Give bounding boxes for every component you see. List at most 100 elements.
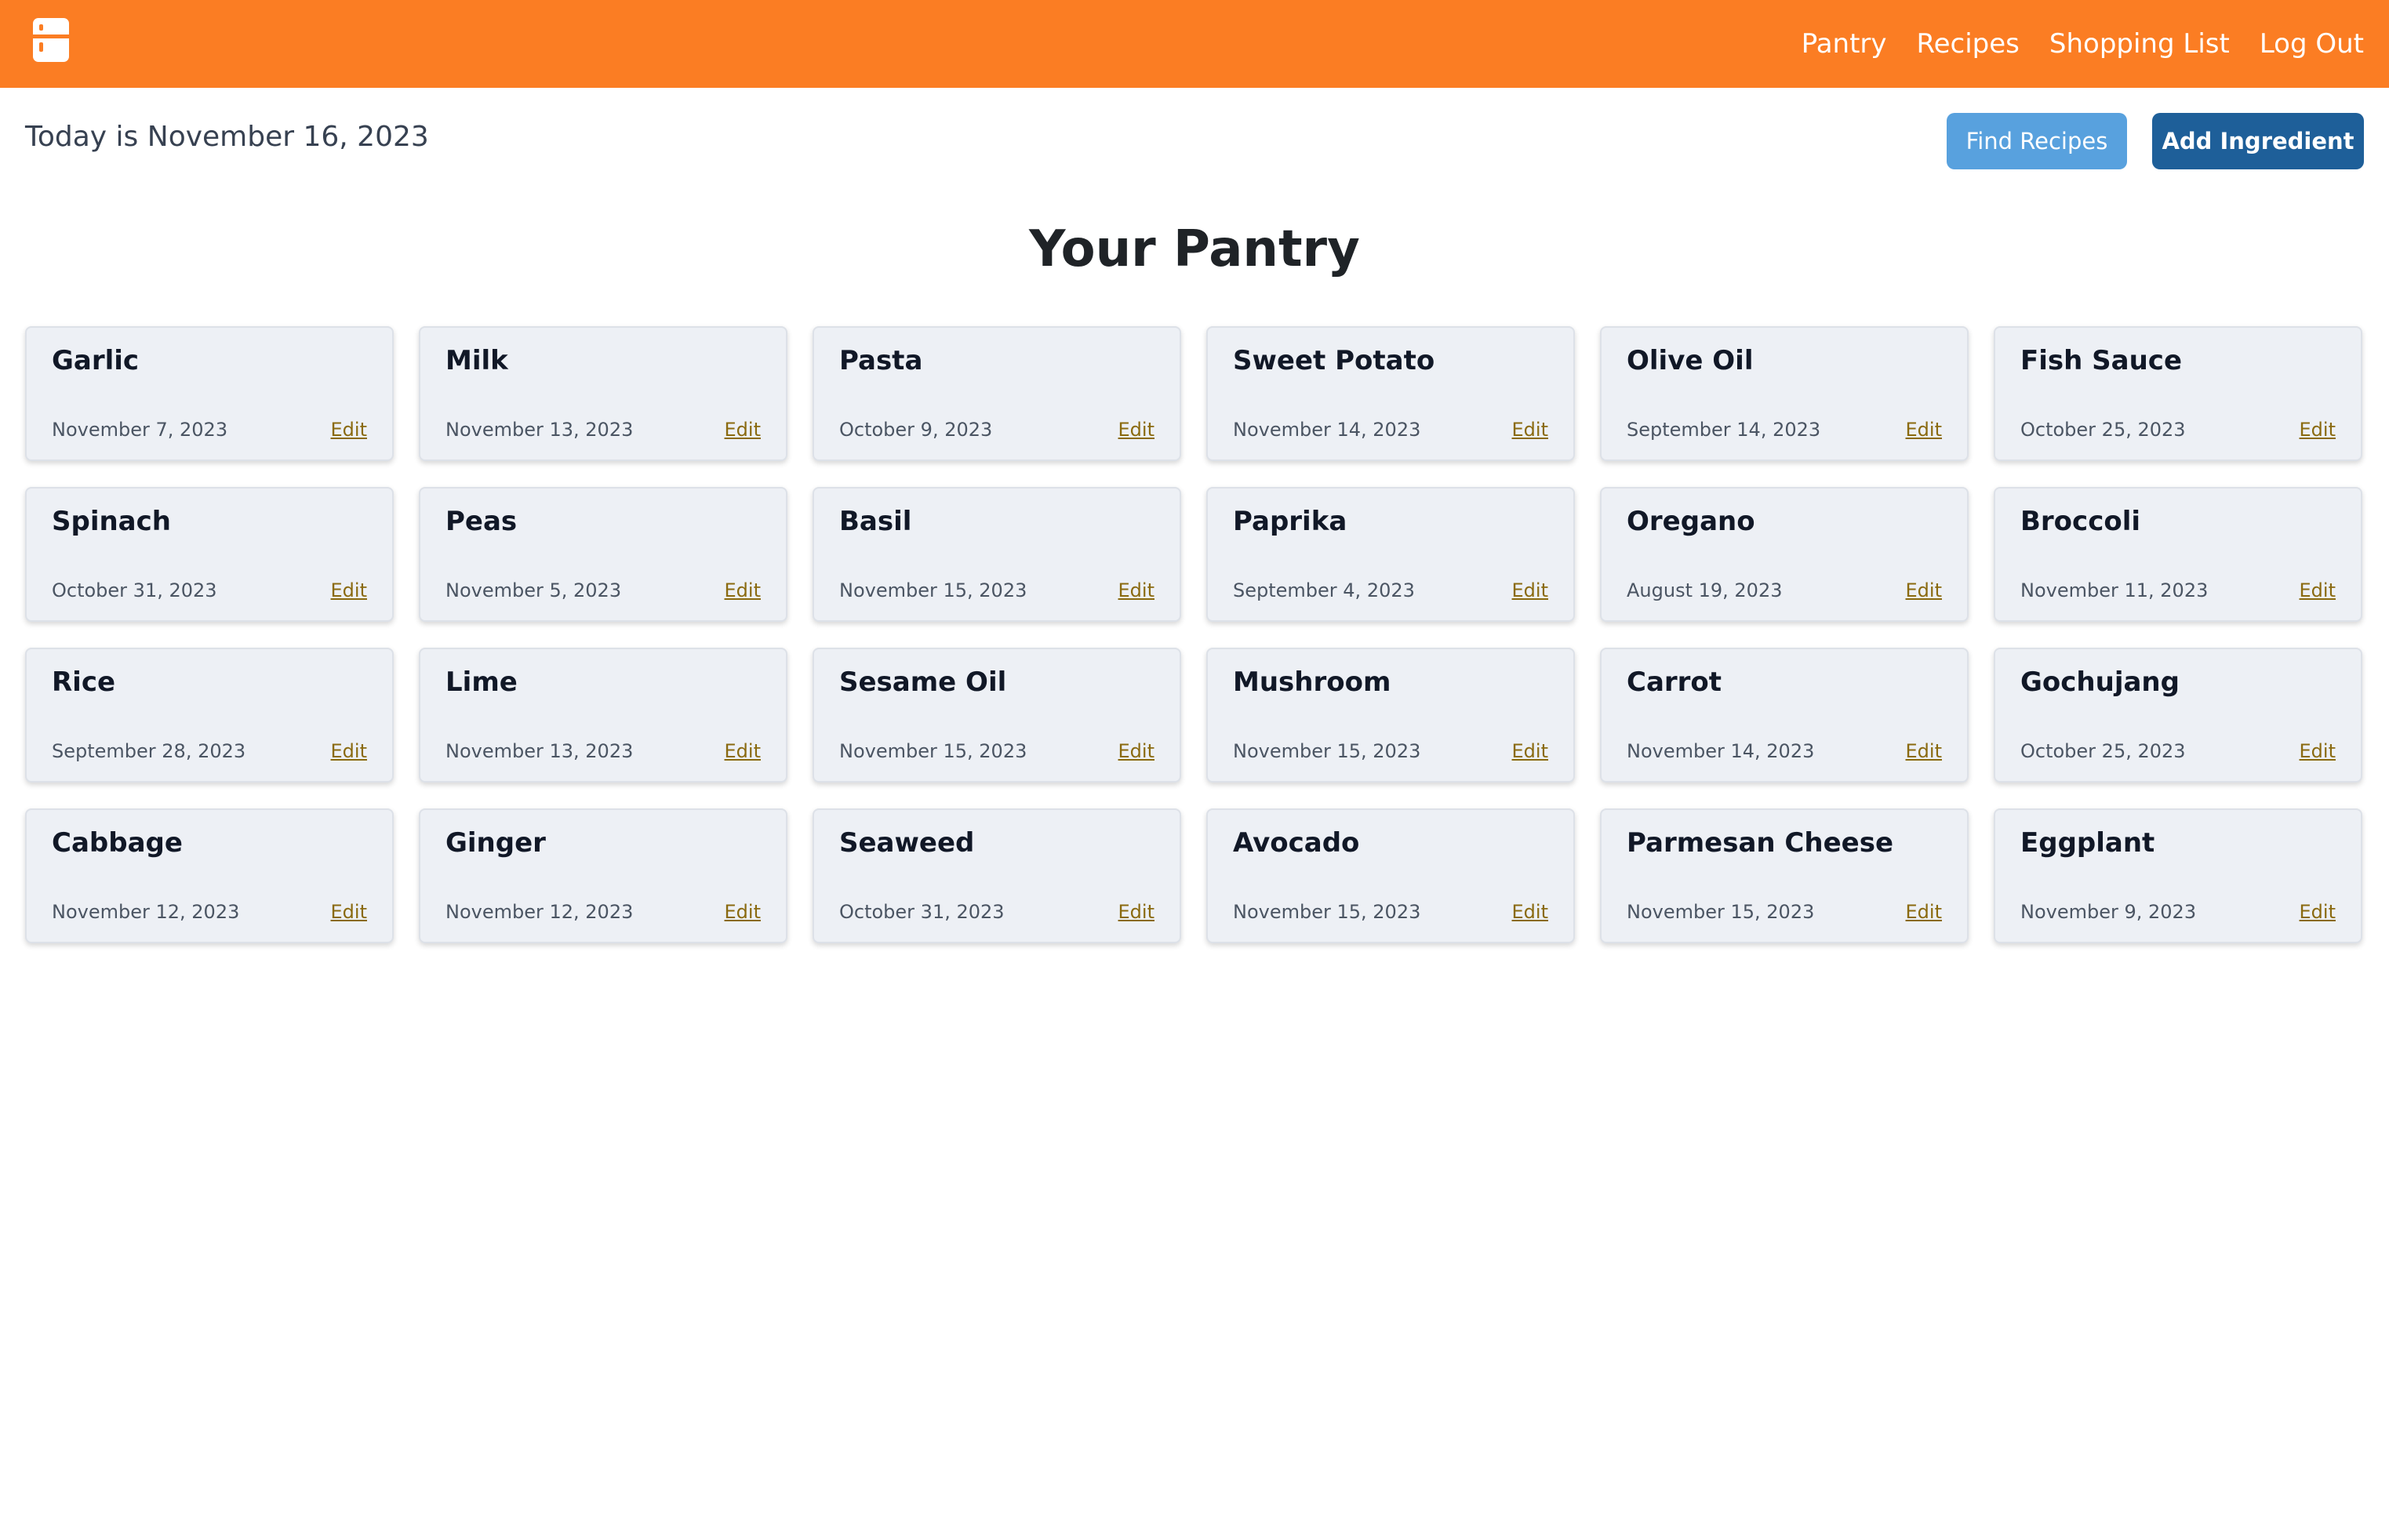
find-recipes-button[interactable]: Find Recipes xyxy=(1947,113,2127,169)
ingredient-card: Sesame Oil November 15, 2023 Edit xyxy=(813,648,1181,783)
ingredient-name: Fish Sauce xyxy=(2020,345,2183,376)
ingredient-name: Ginger xyxy=(445,827,546,859)
ingredient-grid: Garlic November 7, 2023 Edit Milk November 1… xyxy=(25,326,2364,943)
ingredient-card: Eggplant November 9, 2023 Edit xyxy=(1994,808,2362,943)
edit-link[interactable]: Edit xyxy=(725,901,761,923)
ingredient-card: Oregano August 19, 2023 Edit xyxy=(1600,487,1969,622)
nav-link-log-out[interactable]: Log Out xyxy=(2260,28,2364,60)
edit-link[interactable]: Edit xyxy=(1118,579,1155,601)
ingredient-name: Carrot xyxy=(1627,666,1722,698)
ingredient-name: Pasta xyxy=(839,345,923,376)
edit-link[interactable]: Edit xyxy=(331,740,367,762)
ingredient-name: Rice xyxy=(52,666,116,698)
top-navbar: Pantry Recipes Shopping List Log Out xyxy=(0,0,2389,88)
main-nav: Pantry Recipes Shopping List Log Out xyxy=(1802,0,2364,88)
ingredient-name: Parmesan Cheese xyxy=(1627,827,1893,859)
ingredient-name: Spinach xyxy=(52,506,171,537)
edit-link[interactable]: Edit xyxy=(1118,901,1155,923)
ingredient-date: November 12, 2023 xyxy=(445,901,634,923)
ingredient-card: Basil November 15, 2023 Edit xyxy=(813,487,1181,622)
ingredient-name: Lime xyxy=(445,666,518,698)
ingredient-name: Peas xyxy=(445,506,518,537)
ingredient-date: November 7, 2023 xyxy=(52,419,228,441)
ingredient-card: Paprika September 4, 2023 Edit xyxy=(1206,487,1575,622)
ingredient-card: Olive Oil September 14, 2023 Edit xyxy=(1600,326,1969,461)
ingredient-name: Mushroom xyxy=(1233,666,1391,698)
ingredient-date: November 15, 2023 xyxy=(1233,740,1421,762)
ingredient-date: November 11, 2023 xyxy=(2020,579,2209,601)
ingredient-card: Fish Sauce October 25, 2023 Edit xyxy=(1994,326,2362,461)
ingredient-date: November 5, 2023 xyxy=(445,579,622,601)
edit-link[interactable]: Edit xyxy=(725,419,761,441)
ingredient-date: October 25, 2023 xyxy=(2020,419,2186,441)
edit-link[interactable]: Edit xyxy=(1512,579,1548,601)
nav-link-shopping-list[interactable]: Shopping List xyxy=(2049,28,2230,60)
ingredient-date: November 15, 2023 xyxy=(1627,901,1815,923)
ingredient-date: October 31, 2023 xyxy=(839,901,1005,923)
ingredient-card: Sweet Potato November 14, 2023 Edit xyxy=(1206,326,1575,461)
edit-link[interactable]: Edit xyxy=(725,579,761,601)
edit-link[interactable]: Edit xyxy=(1906,419,1942,441)
ingredient-date: October 31, 2023 xyxy=(52,579,217,601)
ingredient-name: Milk xyxy=(445,345,508,376)
nav-link-pantry[interactable]: Pantry xyxy=(1802,28,1887,60)
edit-link[interactable]: Edit xyxy=(2300,740,2336,762)
ingredient-date: October 25, 2023 xyxy=(2020,740,2186,762)
ingredient-date: September 28, 2023 xyxy=(52,740,246,762)
nav-link-recipes[interactable]: Recipes xyxy=(1917,28,2020,60)
ingredient-card: Avocado November 15, 2023 Edit xyxy=(1206,808,1575,943)
ingredient-card: Peas November 5, 2023 Edit xyxy=(419,487,787,622)
ingredient-date: November 15, 2023 xyxy=(839,740,1027,762)
edit-link[interactable]: Edit xyxy=(2300,901,2336,923)
ingredient-card: Spinach October 31, 2023 Edit xyxy=(25,487,394,622)
add-ingredient-button[interactable]: Add Ingredient xyxy=(2152,113,2364,169)
ingredient-name: Oregano xyxy=(1627,506,1755,537)
edit-link[interactable]: Edit xyxy=(725,740,761,762)
page-title: Your Pantry xyxy=(1029,220,1360,278)
edit-link[interactable]: Edit xyxy=(1906,740,1942,762)
edit-link[interactable]: Edit xyxy=(1118,419,1155,441)
ingredient-name: Cabbage xyxy=(52,827,183,859)
ingredient-date: November 9, 2023 xyxy=(2020,901,2197,923)
edit-link[interactable]: Edit xyxy=(331,579,367,601)
ingredient-card: Milk November 13, 2023 Edit xyxy=(419,326,787,461)
edit-link[interactable]: Edit xyxy=(1906,901,1942,923)
ingredient-date: September 14, 2023 xyxy=(1627,419,1821,441)
ingredient-card: Seaweed October 31, 2023 Edit xyxy=(813,808,1181,943)
ingredient-name: Seaweed xyxy=(839,827,975,859)
ingredient-card: Carrot November 14, 2023 Edit xyxy=(1600,648,1969,783)
ingredient-date: November 12, 2023 xyxy=(52,901,240,923)
ingredient-date: November 14, 2023 xyxy=(1627,740,1815,762)
ingredient-name: Eggplant xyxy=(2020,827,2155,859)
ingredient-card: Garlic November 7, 2023 Edit xyxy=(25,326,394,461)
fridge-icon[interactable] xyxy=(33,18,69,62)
ingredient-name: Gochujang xyxy=(2020,666,2180,698)
ingredient-name: Sweet Potato xyxy=(1233,345,1435,376)
ingredient-card: Broccoli November 11, 2023 Edit xyxy=(1994,487,2362,622)
ingredient-name: Basil xyxy=(839,506,912,537)
ingredient-card: Pasta October 9, 2023 Edit xyxy=(813,326,1181,461)
today-date-text: Today is November 16, 2023 xyxy=(25,121,429,153)
ingredient-name: Broccoli xyxy=(2020,506,2141,537)
ingredient-card: Parmesan Cheese November 15, 2023 Edit xyxy=(1600,808,1969,943)
edit-link[interactable]: Edit xyxy=(2300,419,2336,441)
ingredient-date: November 15, 2023 xyxy=(839,579,1027,601)
ingredient-card: Mushroom November 15, 2023 Edit xyxy=(1206,648,1575,783)
ingredient-date: November 15, 2023 xyxy=(1233,901,1421,923)
edit-link[interactable]: Edit xyxy=(331,901,367,923)
ingredient-card: Ginger November 12, 2023 Edit xyxy=(419,808,787,943)
ingredient-card: Rice September 28, 2023 Edit xyxy=(25,648,394,783)
ingredient-date: November 13, 2023 xyxy=(445,740,634,762)
edit-link[interactable]: Edit xyxy=(1512,419,1548,441)
edit-link[interactable]: Edit xyxy=(1118,740,1155,762)
ingredient-card: Gochujang October 25, 2023 Edit xyxy=(1994,648,2362,783)
ingredient-name: Sesame Oil xyxy=(839,666,1007,698)
ingredient-name: Paprika xyxy=(1233,506,1347,537)
edit-link[interactable]: Edit xyxy=(1906,579,1942,601)
ingredient-date: September 4, 2023 xyxy=(1233,579,1415,601)
edit-link[interactable]: Edit xyxy=(331,419,367,441)
ingredient-date: November 13, 2023 xyxy=(445,419,634,441)
edit-link[interactable]: Edit xyxy=(2300,579,2336,601)
edit-link[interactable]: Edit xyxy=(1512,740,1548,762)
edit-link[interactable]: Edit xyxy=(1512,901,1548,923)
